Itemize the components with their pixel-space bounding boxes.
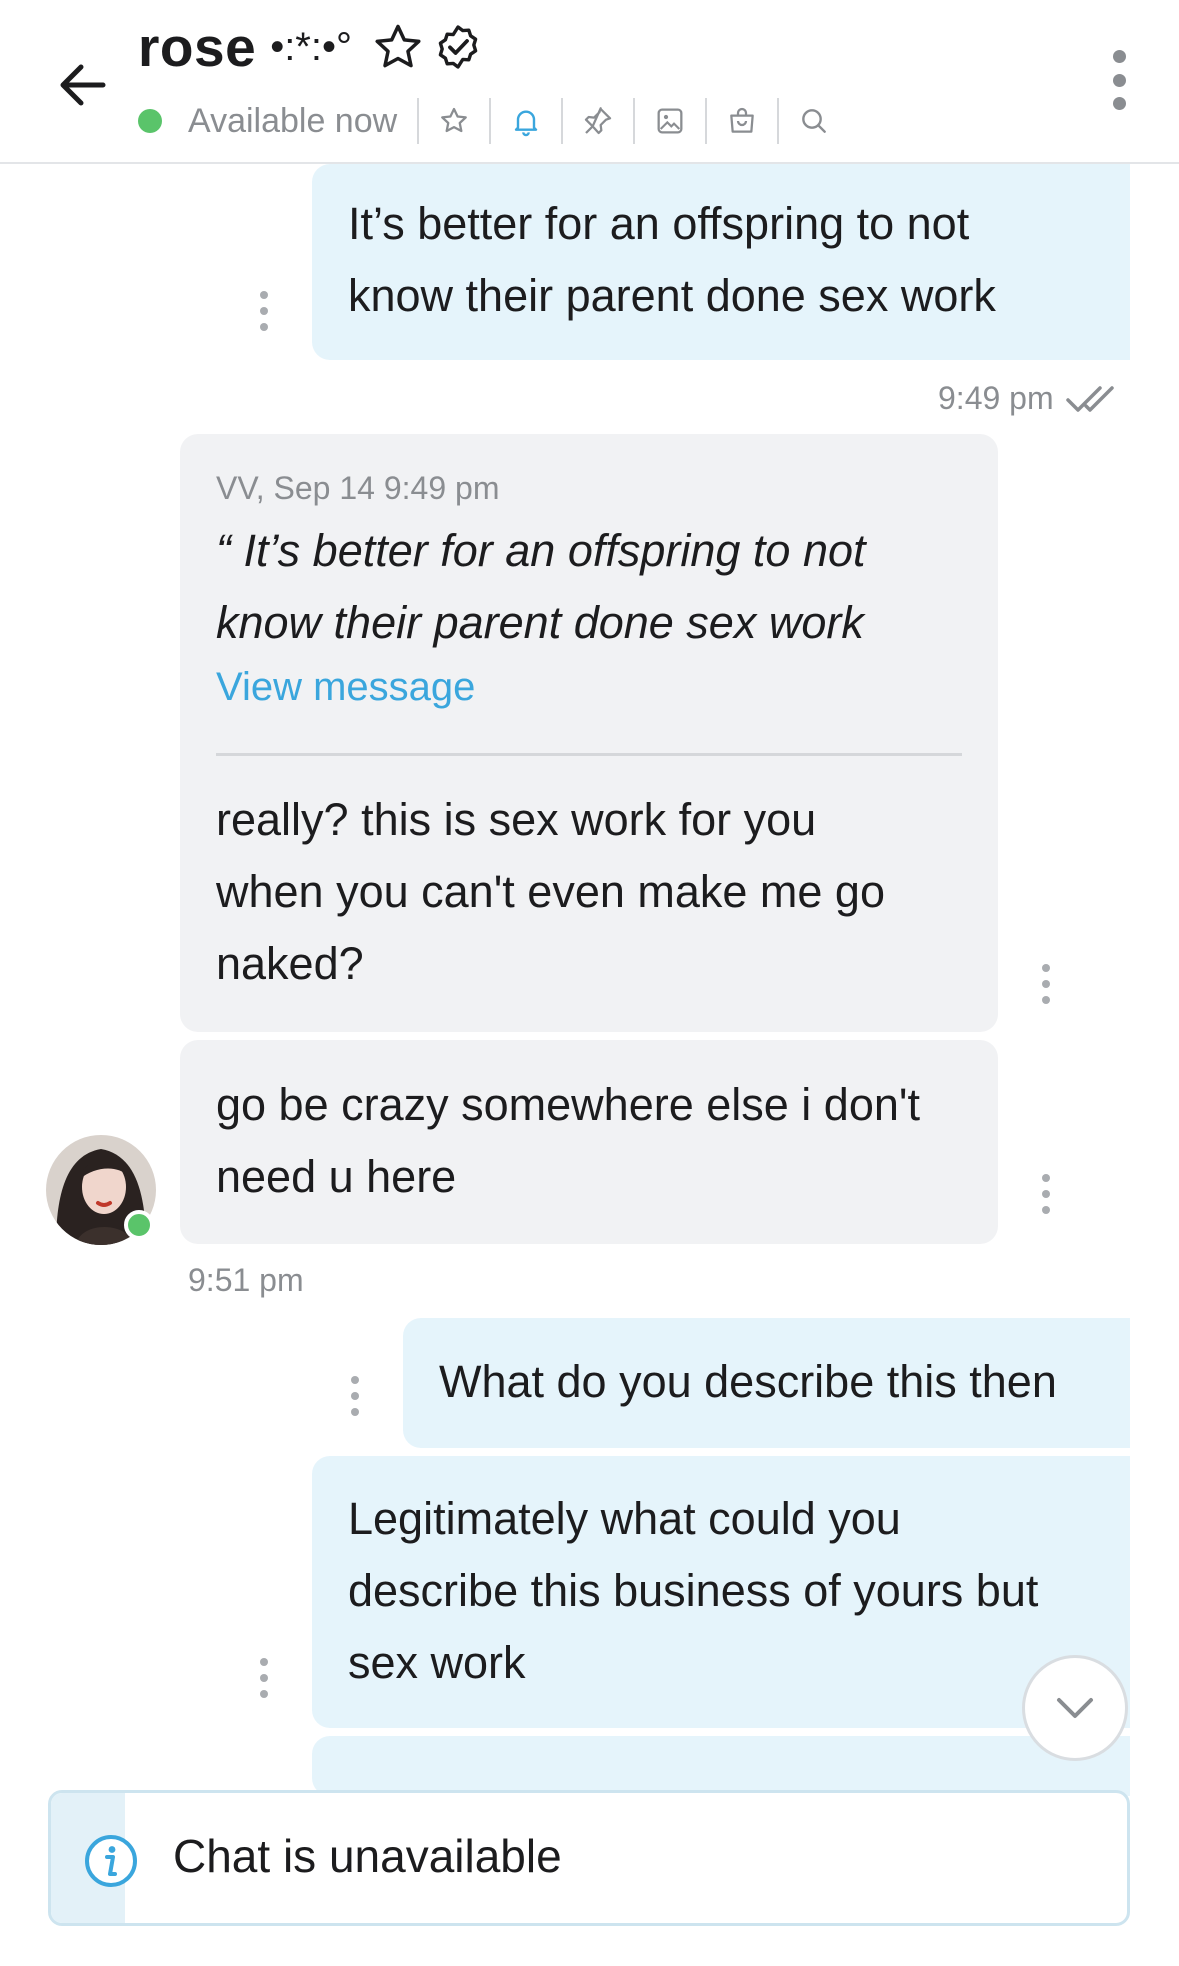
- contact-title[interactable]: rose •:*:•°: [138, 12, 482, 82]
- message-text-line: know their parent done sex work: [348, 270, 996, 321]
- quoted-text-line: know their parent done sex work: [216, 597, 864, 648]
- search-icon: [802, 109, 827, 133]
- message-text-line: Legitimately what could you: [348, 1493, 901, 1544]
- image-icon: [657, 108, 683, 134]
- more-vertical-icon-dot: [1112, 97, 1126, 110]
- back-button[interactable]: [48, 50, 118, 120]
- quoted-text-line: “ It’s better for an offspring to not: [216, 525, 866, 576]
- message-options-button[interactable]: [1039, 964, 1053, 1004]
- contact-name: rose: [138, 16, 257, 78]
- message-options-button[interactable]: [348, 1376, 362, 1416]
- message-text-line: need u here: [216, 1151, 457, 1202]
- incoming-message[interactable]: VV, Sep 14 9:49 pm “ It’s better for an …: [180, 434, 998, 1032]
- info-icon: [85, 1835, 137, 1887]
- star-outline-icon: [441, 107, 468, 133]
- name-decoration: •:*:•°: [270, 24, 352, 69]
- message-text-line: when you can't even make me go: [216, 866, 885, 917]
- search-button[interactable]: [777, 98, 849, 144]
- message-text-line: go be crazy somewhere else i don't: [216, 1079, 920, 1130]
- outgoing-message[interactable]: It’s better for an offspring to not know…: [312, 164, 1130, 360]
- message-options-button[interactable]: [257, 291, 271, 331]
- more-options-button[interactable]: [1099, 50, 1139, 110]
- media-button[interactable]: [633, 98, 705, 144]
- message-options-button[interactable]: [257, 1658, 271, 1698]
- message-timestamp: 9:51 pm: [188, 1262, 304, 1298]
- outgoing-message[interactable]: Legitimately what could you describe thi…: [312, 1456, 1130, 1728]
- purchases-button[interactable]: [705, 98, 777, 144]
- avatar-online-indicator: [124, 1210, 154, 1240]
- message-text-line: describe this business of yours but: [348, 1565, 1039, 1616]
- chat-unavailable-text: Chat is unavailable: [173, 1830, 562, 1882]
- status-row: Available now: [138, 98, 849, 144]
- notifications-button[interactable]: [489, 98, 561, 144]
- quoted-message-meta: VV, Sep 14 9:49 pm: [216, 470, 500, 506]
- message-text-line: It’s better for an offspring to not: [348, 198, 970, 249]
- message-text-line: really? this is sex work for you: [216, 794, 817, 845]
- message-options-button[interactable]: [1039, 1174, 1053, 1214]
- chat-unavailable-banner: Chat is unavailable: [48, 1790, 1130, 1926]
- double-check-read-icon: [1066, 386, 1114, 412]
- availability-status: Available now: [188, 101, 398, 140]
- pin-icon: [585, 107, 612, 135]
- chat-header: rose •:*:•° Available now: [0, 0, 1179, 164]
- shopping-bag-icon: [730, 107, 754, 133]
- star-icon: [375, 24, 421, 68]
- more-vertical-icon-dot: [1112, 73, 1126, 87]
- chevron-down-icon: [1057, 1698, 1093, 1718]
- message-text-line: What do you describe this then: [439, 1356, 1057, 1407]
- verified-badge-icon: [438, 25, 478, 69]
- favorite-button[interactable]: [417, 98, 489, 144]
- quote-divider: [216, 753, 962, 756]
- message-timestamp: 9:49 pm: [938, 380, 1054, 416]
- scroll-to-bottom-button[interactable]: [1022, 1655, 1128, 1761]
- outgoing-message-partial[interactable]: [312, 1736, 1130, 1796]
- message-text-line: naked?: [216, 938, 364, 989]
- online-indicator: [138, 109, 162, 133]
- back-arrow-icon: [60, 64, 106, 106]
- view-message-link[interactable]: View message: [216, 665, 866, 710]
- bell-icon: [514, 110, 538, 137]
- pin-button[interactable]: [561, 98, 633, 144]
- outgoing-message[interactable]: What do you describe this then: [403, 1318, 1130, 1448]
- incoming-message[interactable]: go be crazy somewhere else i don't need …: [180, 1040, 998, 1244]
- more-vertical-icon: [1112, 50, 1126, 63]
- message-text-line: sex work: [348, 1637, 526, 1688]
